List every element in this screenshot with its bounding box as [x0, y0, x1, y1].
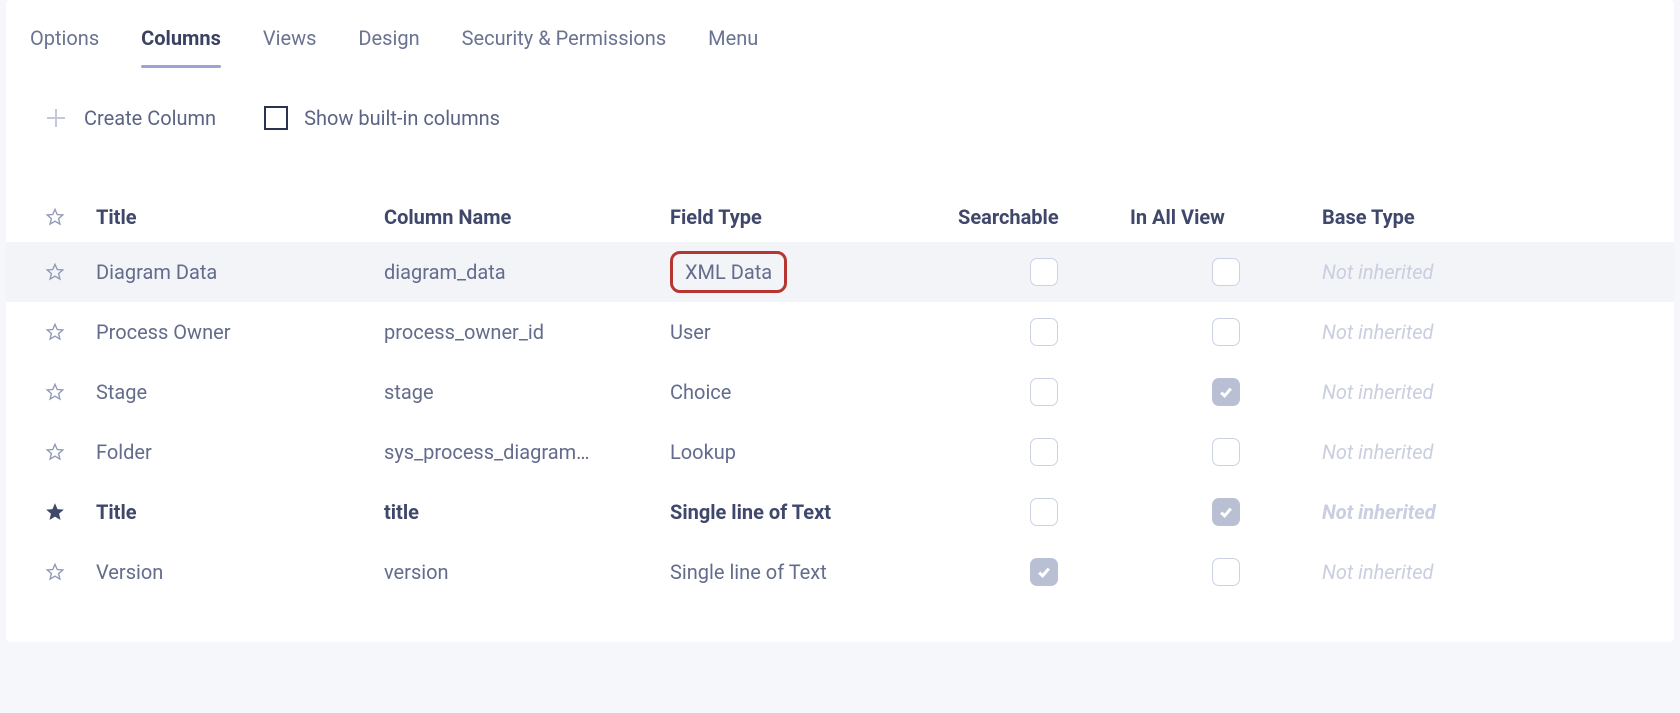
header-column-name[interactable]: Column Name [384, 205, 670, 229]
header-base-type[interactable]: Base Type [1322, 205, 1532, 229]
row-base-type: Not inherited [1322, 260, 1532, 284]
field-type-value: Choice [670, 380, 731, 404]
searchable-checkbox[interactable] [1030, 318, 1058, 346]
row-title: Stage [96, 380, 384, 404]
star-icon [45, 207, 65, 227]
table-row[interactable]: VersionversionSingle line of Text Not inh… [6, 542, 1674, 602]
plus-icon [42, 104, 70, 132]
row-searchable [958, 378, 1130, 406]
star-icon [45, 502, 65, 522]
row-field-type: Choice [670, 380, 958, 404]
checkbox-icon [264, 106, 288, 130]
field-type-value: XML Data [670, 251, 787, 293]
create-column-label: Create Column [84, 106, 216, 130]
row-column-name: stage [384, 380, 670, 404]
tab-menu[interactable]: Menu [708, 26, 758, 68]
searchable-checkbox[interactable] [1030, 438, 1058, 466]
table-row[interactable]: Foldersys_process_diagram…Lookup Not inhe… [6, 422, 1674, 482]
row-searchable [958, 498, 1130, 526]
row-star-toggle[interactable] [14, 382, 96, 402]
searchable-checkbox[interactable] [1030, 558, 1058, 586]
tab-options[interactable]: Options [30, 26, 99, 68]
field-type-value: Single line of Text [670, 500, 831, 524]
tab-columns[interactable]: Columns [141, 26, 221, 68]
row-searchable [958, 318, 1130, 346]
searchable-checkbox[interactable] [1030, 498, 1058, 526]
star-icon [45, 262, 65, 282]
row-star-toggle[interactable] [14, 322, 96, 342]
table-row[interactable]: StagestageChoice Not inherited [6, 362, 1674, 422]
show-builtin-label: Show built-in columns [304, 106, 500, 130]
star-icon [45, 322, 65, 342]
row-title: Folder [96, 440, 384, 464]
columns-toolbar: Create Column Show built-in columns [6, 68, 1674, 132]
row-base-type: Not inherited [1322, 440, 1532, 464]
in-all-view-checkbox[interactable] [1212, 498, 1240, 526]
row-base-type: Not inherited [1322, 560, 1532, 584]
table-body: Diagram Datadiagram_dataXML Data Not inhe… [6, 242, 1674, 602]
show-builtin-toggle[interactable]: Show built-in columns [264, 106, 500, 130]
row-searchable [958, 258, 1130, 286]
row-field-type: Lookup [670, 440, 958, 464]
row-base-type: Not inherited [1322, 320, 1532, 344]
row-searchable [958, 558, 1130, 586]
row-star-toggle[interactable] [14, 502, 96, 522]
tab-design[interactable]: Design [358, 26, 419, 68]
row-in-all-view [1130, 438, 1322, 466]
create-column-button[interactable]: Create Column [42, 104, 216, 132]
in-all-view-checkbox[interactable] [1212, 318, 1240, 346]
in-all-view-checkbox[interactable] [1212, 438, 1240, 466]
header-searchable[interactable]: Searchable [958, 205, 1130, 229]
columns-panel: Options Columns Views Design Security & … [6, 0, 1674, 642]
row-column-name: diagram_data [384, 260, 670, 284]
row-star-toggle[interactable] [14, 442, 96, 462]
row-in-all-view [1130, 498, 1322, 526]
table-row[interactable]: Process Ownerprocess_owner_idUser Not inh… [6, 302, 1674, 362]
in-all-view-checkbox[interactable] [1212, 258, 1240, 286]
row-searchable [958, 438, 1130, 466]
row-star-toggle[interactable] [14, 262, 96, 282]
field-type-value: Lookup [670, 440, 736, 464]
header-in-all-view[interactable]: In All View [1130, 205, 1322, 229]
in-all-view-checkbox[interactable] [1212, 378, 1240, 406]
table-row[interactable]: TitletitleSingle line of Text Not inherit… [6, 482, 1674, 542]
columns-table: Title Column Name Field Type Searchable … [6, 192, 1674, 602]
table-row[interactable]: Diagram Datadiagram_dataXML Data Not inhe… [6, 242, 1674, 302]
row-field-type: Single line of Text [670, 560, 958, 584]
tab-views[interactable]: Views [263, 26, 317, 68]
row-in-all-view [1130, 378, 1322, 406]
row-in-all-view [1130, 558, 1322, 586]
row-column-name: version [384, 560, 670, 584]
tab-bar: Options Columns Views Design Security & … [6, 26, 1674, 68]
row-base-type: Not inherited [1322, 500, 1532, 524]
row-column-name: title [384, 500, 670, 524]
star-icon [45, 562, 65, 582]
star-icon [45, 442, 65, 462]
tab-security[interactable]: Security & Permissions [462, 26, 667, 68]
row-column-name: process_owner_id [384, 320, 670, 344]
table-header: Title Column Name Field Type Searchable … [6, 192, 1674, 242]
field-type-value: User [670, 320, 711, 344]
field-type-value: Single line of Text [670, 560, 827, 584]
row-title: Process Owner [96, 320, 384, 344]
header-field-type[interactable]: Field Type [670, 205, 958, 229]
row-field-type: XML Data [670, 251, 958, 293]
searchable-checkbox[interactable] [1030, 378, 1058, 406]
row-title: Diagram Data [96, 260, 384, 284]
row-in-all-view [1130, 258, 1322, 286]
star-icon [45, 382, 65, 402]
row-title: Version [96, 560, 384, 584]
row-star-toggle[interactable] [14, 562, 96, 582]
row-field-type: User [670, 320, 958, 344]
row-column-name: sys_process_diagram… [384, 440, 670, 464]
in-all-view-checkbox[interactable] [1212, 558, 1240, 586]
searchable-checkbox[interactable] [1030, 258, 1058, 286]
row-field-type: Single line of Text [670, 500, 958, 524]
header-title[interactable]: Title [96, 205, 384, 229]
row-in-all-view [1130, 318, 1322, 346]
row-base-type: Not inherited [1322, 380, 1532, 404]
row-title: Title [96, 500, 384, 524]
header-star[interactable] [14, 207, 96, 227]
